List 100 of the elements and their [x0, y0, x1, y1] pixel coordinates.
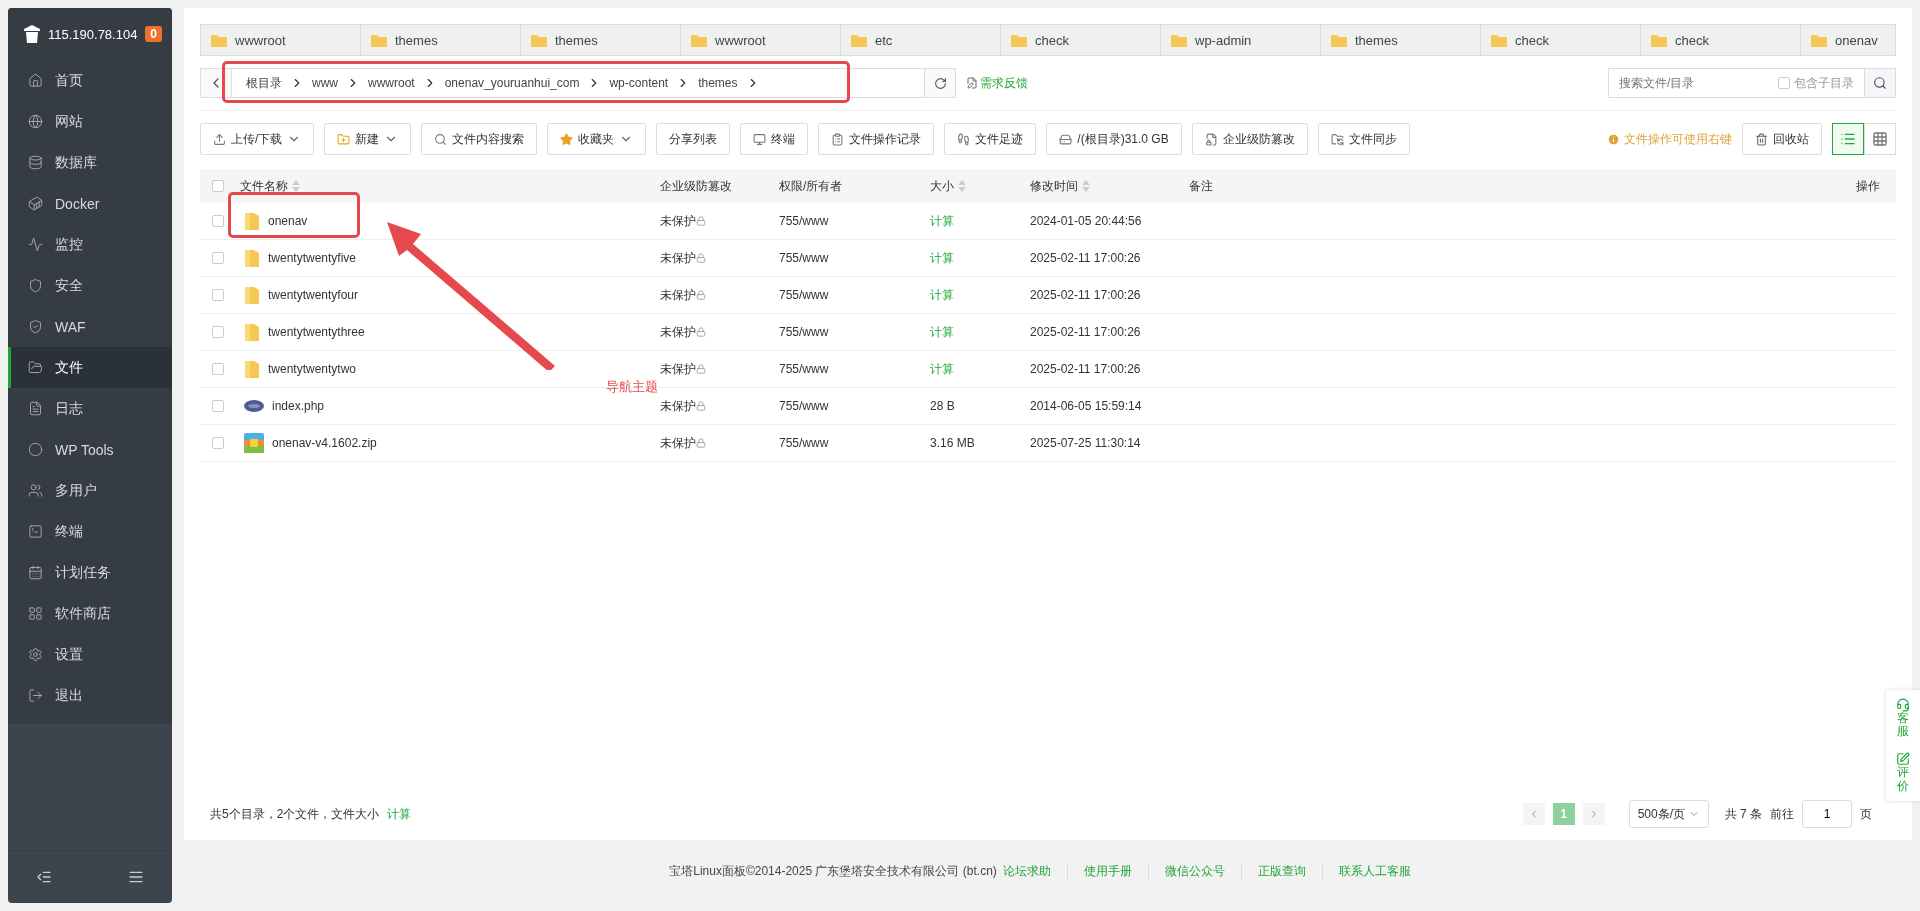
folder-tab[interactable]: onenav [1801, 25, 1895, 55]
recycle-bin-button[interactable]: 回收站 [1742, 123, 1822, 155]
toolbar-button[interactable]: 文件内容搜索 [421, 123, 538, 155]
toolbar-button[interactable]: 企业级防篡改 [1191, 123, 1308, 155]
sidebar-item[interactable]: 日志 [8, 388, 172, 429]
toolbar-button[interactable]: 分享列表 [656, 123, 731, 155]
folder-tab[interactable]: themes [521, 25, 681, 55]
breadcrumb-link[interactable]: 根目录 [240, 74, 288, 92]
breadcrumb-link[interactable]: wwwroot [362, 76, 421, 90]
breadcrumb-link[interactable]: onenav_youruanhui_com [438, 76, 586, 90]
toolbar-button[interactable]: 上传/下载 [200, 123, 315, 155]
menu-label: 首页 [55, 71, 83, 90]
sidebar-item[interactable]: 软件商店 [8, 593, 172, 634]
sidebar-item[interactable]: 多用户 [8, 470, 172, 511]
select-all-checkbox[interactable] [212, 180, 224, 192]
protect-status: 未保护 [660, 397, 696, 415]
modified-time: 2025-02-11 17:00:26 [1030, 251, 1141, 265]
row-checkbox[interactable] [212, 289, 224, 301]
sidebar-item[interactable]: 设置 [8, 634, 172, 675]
page-input[interactable]: 1 [1802, 800, 1852, 828]
grid-icon [28, 606, 43, 621]
lock-icon [696, 401, 706, 411]
column-header[interactable]: 文件名称 [240, 169, 660, 203]
sidebar-item[interactable]: 监控 [8, 224, 172, 265]
toolbar-button[interactable]: /(根目录)31.0 GB [1046, 123, 1182, 155]
sidebar-item[interactable]: 计划任务 [8, 552, 172, 593]
sidebar-item[interactable]: WP Tools [8, 429, 172, 470]
container-icon [28, 196, 43, 211]
toolbar-button[interactable]: 文件足迹 [944, 123, 1037, 155]
breadcrumb-link[interactable]: wp-content [603, 76, 675, 90]
folder-tab[interactable]: check [1641, 25, 1801, 55]
file-name[interactable]: twentytwentythree [268, 325, 365, 339]
folder-tab[interactable]: wwwroot [201, 25, 361, 55]
tab-label: check [1675, 32, 1709, 48]
toolbar-button[interactable]: 文件同步 [1317, 123, 1410, 155]
folder-tab[interactable]: themes [1321, 25, 1481, 55]
file-name[interactable]: onenav [268, 214, 308, 228]
row-checkbox[interactable] [212, 400, 224, 412]
folder-tab[interactable]: check [1481, 25, 1641, 55]
sidebar-item[interactable]: Docker [8, 183, 172, 224]
permission-text: 755/www [779, 251, 829, 265]
sidebar-item[interactable]: 安全 [8, 265, 172, 306]
tab-label: check [1035, 32, 1069, 48]
folder-tab[interactable]: wwwroot [681, 25, 841, 55]
settings-icon [28, 647, 43, 662]
breadcrumb-link[interactable]: www [306, 76, 344, 90]
column-header[interactable]: 大小 [930, 169, 1030, 203]
file-name[interactable]: twentytwentyfive [268, 251, 357, 265]
sidebar-item[interactable]: 文件 [8, 347, 172, 388]
goto-label: 前往 [1770, 805, 1794, 823]
search-button[interactable] [1864, 68, 1896, 98]
menu-label: Docker [55, 195, 100, 212]
sidebar-item[interactable]: 终端 [8, 511, 172, 552]
sidebar-item[interactable]: 退出 [8, 675, 172, 716]
row-checkbox[interactable] [212, 326, 224, 338]
back-button[interactable] [201, 69, 231, 97]
sidebar-item[interactable]: 首页 [8, 60, 172, 101]
headset-icon [1896, 698, 1910, 712]
list-view-button[interactable] [1832, 123, 1864, 155]
toolbar-button[interactable]: 收藏夹 [547, 123, 647, 155]
page-size-select[interactable]: 500条/页 [1628, 800, 1709, 828]
terminal-icon [753, 132, 767, 146]
breadcrumb-link[interactable]: themes [692, 76, 744, 90]
next-page-button[interactable] [1582, 803, 1605, 825]
file-name[interactable]: index.php [272, 399, 325, 413]
folder-tab[interactable]: themes [361, 25, 521, 55]
file-name[interactable]: onenav-v4.1602.zip [272, 436, 377, 450]
folder-tab[interactable]: wp-admin [1161, 25, 1321, 55]
folder-tab[interactable]: check [1001, 25, 1161, 55]
column-header[interactable]: 修改时间 [1030, 169, 1189, 203]
row-checkbox[interactable] [212, 215, 224, 227]
refresh-button[interactable] [925, 69, 955, 97]
menu-label: 数据库 [55, 153, 97, 172]
folder-tab[interactable]: etc [841, 25, 1001, 55]
protect-status: 未保护 [660, 286, 696, 304]
file-name[interactable]: twentytwentyfour [268, 288, 359, 302]
copyright-text: 宝塔Linux面板©2014-2025 广东堡塔安全技术有限公司 (bt.cn) [669, 863, 998, 880]
sidebar-item[interactable]: 网站 [8, 101, 172, 142]
folder-icon [531, 33, 547, 47]
toolbar-button[interactable]: 文件操作记录 [818, 123, 935, 155]
prev-page-button[interactable] [1522, 803, 1545, 825]
column-header[interactable]: 权限/所有者 [779, 169, 930, 203]
modified-time: 2025-07-25 11:30:14 [1030, 436, 1141, 450]
row-checkbox[interactable] [212, 252, 224, 264]
column-header[interactable]: 操作 [1836, 169, 1896, 203]
file-name[interactable]: twentytwentytwo [268, 362, 357, 376]
toolbar-button[interactable]: 终端 [740, 123, 809, 155]
menu-label: 软件商店 [55, 604, 111, 623]
row-checkbox[interactable] [212, 363, 224, 375]
grid-view-button[interactable] [1864, 123, 1896, 155]
row-checkbox[interactable] [212, 437, 224, 449]
toolbar-button[interactable]: 新建 [324, 123, 412, 155]
file-size: 28 B [930, 399, 955, 413]
protect-status: 未保护 [660, 212, 696, 230]
search-field[interactable]: 搜索文件/目录 [1608, 68, 1778, 98]
column-header[interactable]: 企业级防篡改 [660, 169, 779, 203]
footprints-icon [957, 132, 971, 146]
column-header[interactable]: 备注 [1189, 169, 1836, 203]
sidebar-item[interactable]: 数据库 [8, 142, 172, 183]
sidebar-item[interactable]: WAF [8, 306, 172, 347]
